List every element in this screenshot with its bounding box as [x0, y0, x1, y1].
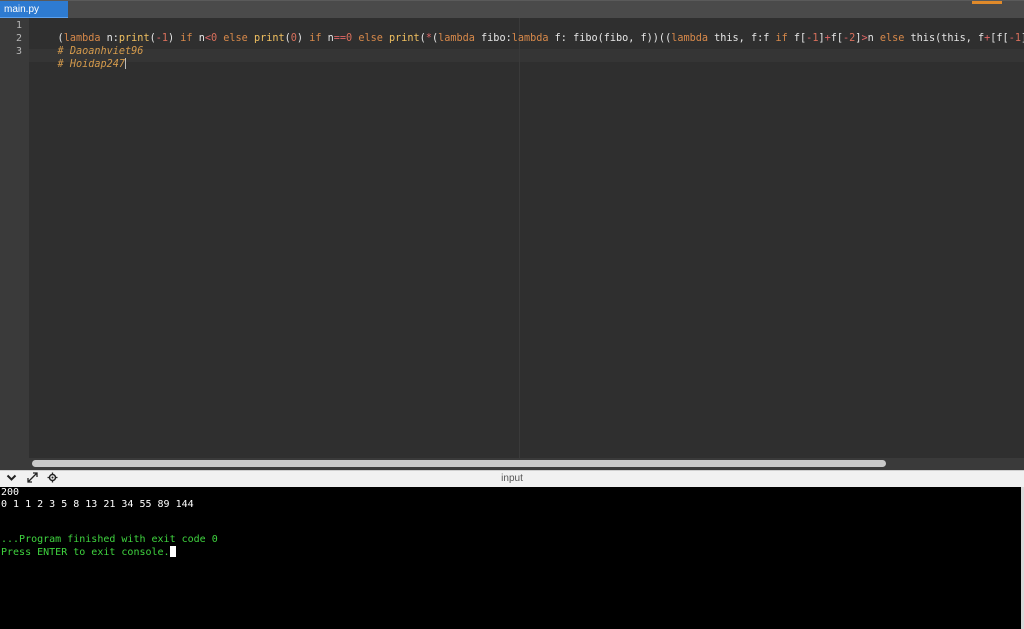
- console-toolbar: input: [0, 470, 1024, 487]
- console-line-6: Press ENTER to exit console.: [1, 546, 176, 559]
- text-cursor: [125, 58, 127, 69]
- settings-icon[interactable]: [47, 472, 58, 486]
- console-line-1: 200: [1, 487, 20, 498]
- code-line-1-text: (lambda n:print(-1) if n<0 else print(0)…: [57, 33, 1024, 44]
- console-line-5: ...Program finished with exit code 0: [1, 534, 218, 545]
- console-line-2: 0 1 1 2 3 5 8 13 21 34 55 89 144: [1, 499, 194, 510]
- horizontal-scrollbar-thumb[interactable]: [32, 460, 886, 467]
- tab-bar: main.py: [0, 0, 1024, 19]
- line-number-3: 3: [15, 46, 22, 57]
- console-line-6-text: Press ENTER to exit console.: [1, 547, 170, 558]
- code-line-1[interactable]: (lambda n:print(-1) if n<0 else print(0)…: [33, 19, 1024, 58]
- chevron-down-icon[interactable]: [6, 472, 17, 486]
- line-number-gutter: 1 2 3: [0, 18, 29, 470]
- console-input-label: input: [501, 473, 523, 484]
- print-margin: [519, 18, 520, 463]
- line-number-1: 1: [15, 20, 22, 31]
- code-line-3-text: # Hoidap247: [57, 59, 126, 70]
- expand-icon[interactable]: [27, 472, 38, 486]
- tab-main-py[interactable]: main.py: [0, 1, 68, 19]
- console-cursor: [169, 546, 176, 557]
- code-line-3[interactable]: # Hoidap247: [33, 45, 127, 84]
- code-editor[interactable]: (lambda n:print(-1) if n<0 else print(0)…: [29, 18, 1024, 463]
- tabbar-accent: [972, 1, 1002, 4]
- line-number-2: 2: [15, 33, 22, 44]
- console-output[interactable]: 200 0 1 1 2 3 5 8 13 21 34 55 89 144 ...…: [0, 487, 1024, 629]
